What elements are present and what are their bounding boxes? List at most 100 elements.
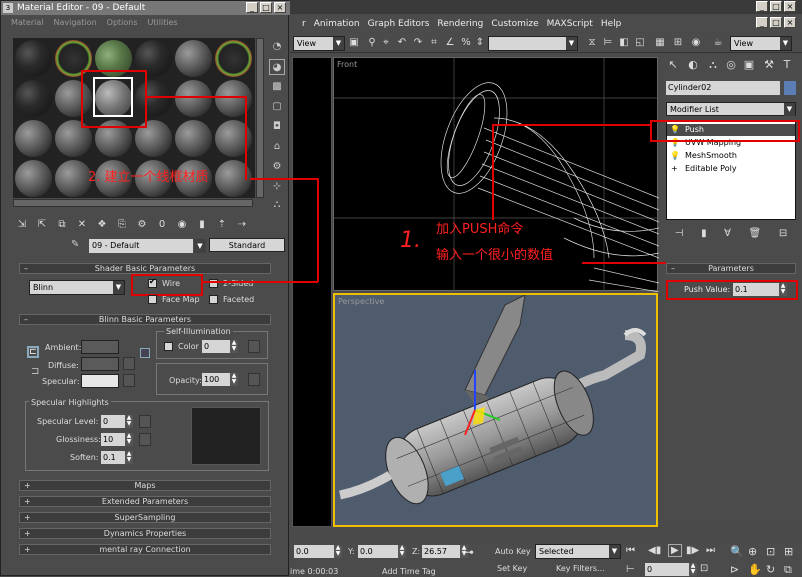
go-to-end-icon[interactable]: ⏭ bbox=[706, 545, 715, 556]
go-to-start-icon[interactable]: ⏮ bbox=[626, 545, 635, 556]
diffuse-swatch[interactable] bbox=[81, 357, 119, 371]
orbit-icon[interactable]: ↻ bbox=[766, 563, 775, 576]
current-frame-field[interactable]: 0 ▲ ▼ bbox=[645, 563, 697, 576]
render-view-dropdown[interactable]: View ▼ bbox=[730, 36, 792, 51]
material-editor-title-bar[interactable]: 3 Material Editor - 09 - Default _ □ × bbox=[1, 1, 290, 15]
key-selection-dropdown[interactable]: Selected ▼ bbox=[535, 544, 621, 559]
lock-map-icon[interactable] bbox=[140, 348, 150, 358]
render-setup-icon[interactable]: ◉ bbox=[690, 37, 702, 49]
pivot-icon[interactable]: ▣ bbox=[348, 37, 360, 49]
menu-material[interactable]: Material bbox=[11, 16, 44, 30]
set-key-button[interactable]: Set Key bbox=[497, 564, 527, 573]
lock-ambient-diffuse-icon[interactable]: ⊏ bbox=[27, 346, 39, 358]
put-to-scene-icon[interactable]: ⇱ bbox=[35, 218, 49, 232]
zoom-extents-icon[interactable]: ⊡ bbox=[766, 545, 775, 558]
pan-icon[interactable]: ✋ bbox=[748, 563, 762, 576]
play-icon[interactable]: ▶ bbox=[668, 544, 682, 557]
hierarchy-tab-icon[interactable]: ⛬ bbox=[705, 58, 721, 74]
object-color-swatch[interactable] bbox=[784, 81, 796, 95]
maximize-viewport-icon[interactable]: ⧉ bbox=[784, 563, 792, 577]
sample-slot[interactable] bbox=[15, 40, 52, 77]
show-end-result-icon[interactable]: ▮ bbox=[195, 218, 209, 232]
x-coord-field[interactable]: 0.0 ▲ ▼ bbox=[294, 545, 342, 558]
render-teapot-icon[interactable]: ☕ bbox=[712, 37, 724, 49]
go-to-parent-icon[interactable]: ⇡ bbox=[215, 218, 229, 232]
modify-tab-icon[interactable]: ◐ bbox=[685, 58, 701, 74]
self-illum-spinner[interactable]: 0 ▲ ▼ bbox=[202, 340, 238, 353]
schematic-icon[interactable]: ▦ bbox=[654, 37, 666, 49]
material-editor-icon[interactable]: ⊞ bbox=[672, 37, 684, 49]
sample-slot[interactable] bbox=[15, 80, 52, 117]
shader-basic-params-header[interactable]: – Shader Basic Parameters bbox=[19, 263, 271, 274]
spinner-snap-icon[interactable]: ⇕ bbox=[474, 37, 486, 49]
next-frame-icon[interactable]: ▮▶ bbox=[686, 545, 699, 556]
close-icon[interactable]: × bbox=[784, 1, 796, 12]
sample-slot[interactable] bbox=[175, 120, 212, 157]
maximize-icon[interactable]: □ bbox=[770, 1, 782, 12]
sample-slot[interactable] bbox=[15, 120, 52, 157]
sample-slot[interactable] bbox=[175, 80, 212, 117]
backlight-icon[interactable]: ◕ bbox=[269, 59, 285, 75]
soften-spinner[interactable]: 0.1 ▲ ▼ bbox=[101, 451, 133, 464]
diffuse-map-button[interactable] bbox=[123, 357, 135, 370]
menu-navigation[interactable]: Navigation bbox=[54, 16, 97, 30]
put-to-library-icon[interactable]: ⚙ bbox=[135, 218, 149, 232]
spinner-arrows-icon[interactable]: ▲ ▼ bbox=[230, 373, 238, 386]
make-unique-icon[interactable]: ∀ bbox=[724, 228, 731, 240]
minimize-icon[interactable]: _ bbox=[246, 2, 258, 13]
modifier-list-dropdown[interactable]: Modifier List ▼ bbox=[666, 102, 796, 116]
face-map-checkbox[interactable] bbox=[148, 295, 157, 304]
pick-material-icon[interactable]: ✎ bbox=[71, 239, 79, 250]
make-preview-icon[interactable]: ⌂ bbox=[269, 139, 285, 155]
time-config-icon[interactable]: ⊡ bbox=[700, 563, 708, 574]
restore-icon[interactable]: □ bbox=[770, 17, 782, 28]
sample-slot[interactable] bbox=[215, 40, 252, 77]
supersampling-rollout-header[interactable]: + SuperSampling bbox=[19, 512, 271, 523]
zoom-icon[interactable]: 🔍 bbox=[730, 545, 744, 558]
motion-tab-icon[interactable]: ◎ bbox=[723, 58, 739, 74]
maps-rollout-header[interactable]: + Maps bbox=[19, 480, 271, 491]
extended-params-rollout-header[interactable]: + Extended Parameters bbox=[19, 496, 271, 507]
angle-snap-icon[interactable]: ∠ bbox=[444, 37, 456, 49]
fov-icon[interactable]: ⊳ bbox=[730, 563, 739, 576]
menu-graph-editors[interactable]: Graph Editors bbox=[368, 19, 430, 29]
background-icon[interactable]: ▩ bbox=[269, 79, 285, 95]
menu-options[interactable]: Options bbox=[107, 16, 138, 30]
dynamics-rollout-header[interactable]: + Dynamics Properties bbox=[19, 528, 271, 539]
percent-snap-icon[interactable]: % bbox=[460, 37, 472, 49]
align-icon[interactable]: ⊨ bbox=[602, 37, 614, 49]
spinner-arrows-icon[interactable]: ▲ ▼ bbox=[125, 433, 133, 446]
zoom-all-icon[interactable]: ⊕ bbox=[748, 545, 757, 558]
specular-swatch[interactable] bbox=[81, 374, 119, 388]
prev-frame-icon[interactable]: ◀▮ bbox=[648, 545, 661, 556]
key-filters-button[interactable]: Key Filters... bbox=[556, 564, 605, 573]
mirror-icon[interactable]: ⌖ bbox=[380, 37, 392, 49]
maximize-icon[interactable]: □ bbox=[260, 2, 272, 13]
menu-item-partial[interactable]: r bbox=[302, 19, 306, 29]
sample-type-icon[interactable]: ◔ bbox=[269, 39, 285, 55]
specular-map-button[interactable] bbox=[123, 374, 135, 387]
mental-ray-rollout-header[interactable]: + mental ray Connection bbox=[19, 544, 271, 555]
spinner-arrows-icon[interactable]: ▲ ▼ bbox=[125, 451, 133, 464]
spinner-arrows-icon[interactable]: ▲ ▼ bbox=[398, 545, 406, 558]
material-type-button[interactable]: Standard bbox=[209, 238, 285, 252]
spinner-arrows-icon[interactable]: ▲ ▼ bbox=[125, 415, 133, 428]
material-id-icon[interactable]: 0 bbox=[155, 218, 169, 232]
lock-diffuse-specular-icon[interactable]: ⊐ bbox=[31, 366, 41, 380]
mirror-tool-icon[interactable]: ⧖ bbox=[586, 37, 598, 49]
uv-tiling-icon[interactable]: ▢ bbox=[269, 99, 285, 115]
tools-tab-icon[interactable]: T bbox=[779, 58, 795, 74]
menu-maxscript[interactable]: MAXScript bbox=[547, 19, 593, 29]
push-value-spinner[interactable]: 0.1 ▲ ▼ bbox=[733, 283, 787, 296]
snap-icon[interactable]: ⌗ bbox=[428, 37, 440, 49]
show-end-result-icon[interactable]: ▮ bbox=[701, 228, 707, 240]
make-unique-icon[interactable]: ⎘ bbox=[115, 218, 129, 232]
utilities-tab-icon[interactable]: ⚒ bbox=[761, 58, 777, 74]
glossiness-map-button[interactable] bbox=[139, 433, 151, 446]
show-map-icon[interactable]: ◉ bbox=[175, 218, 189, 232]
opacity-map-button[interactable] bbox=[248, 373, 260, 386]
menu-animation[interactable]: Animation bbox=[314, 19, 360, 29]
y-coord-field[interactable]: 0.0 ▲ ▼ bbox=[358, 545, 406, 558]
expand-icon[interactable]: + bbox=[671, 164, 679, 173]
sample-slot[interactable] bbox=[55, 160, 92, 197]
